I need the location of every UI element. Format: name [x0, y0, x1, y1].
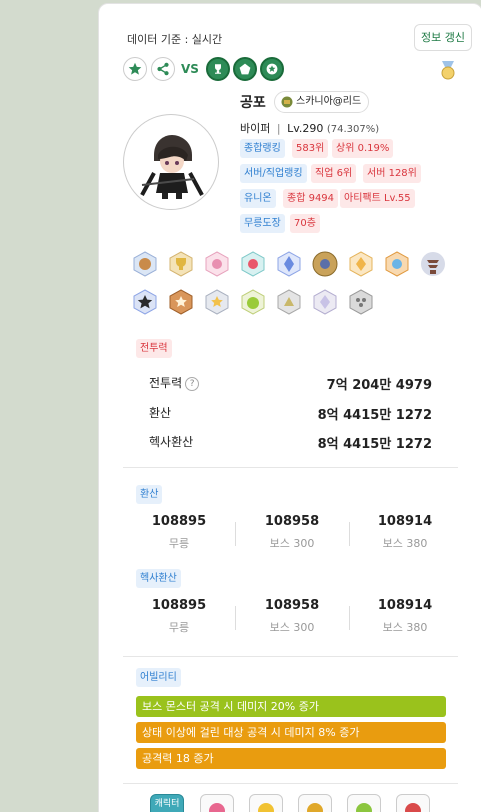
gold-diamond-badge-icon[interactable] — [347, 250, 375, 278]
artifact-level: 아티팩트 Lv.55 — [340, 189, 415, 208]
help-icon[interactable]: ? — [185, 376, 200, 391]
ability-section-label: 어빌리티 — [136, 668, 181, 687]
orange-emblem-badge-icon[interactable] — [383, 250, 411, 278]
blue-crystal-badge-icon[interactable] — [275, 250, 303, 278]
job-rank: 직업 6위 — [311, 164, 357, 183]
ability-line-2: 상태 이상에 걸린 대상 공격 시 데미지 8% 증가 — [136, 722, 446, 743]
pagoda-badge-icon[interactable] — [419, 250, 447, 278]
divider — [123, 656, 458, 657]
divider — [349, 606, 350, 630]
character-name: 공포 — [240, 95, 266, 111]
hexa-boss300-col: 108958 보스 300 — [264, 598, 320, 634]
trophy-icon — [215, 64, 221, 74]
pink-crest-badge-icon[interactable] — [203, 250, 231, 278]
divider — [123, 783, 458, 784]
gold-trophy-badge-icon[interactable] — [167, 250, 195, 278]
character-level: Lv.290 — [287, 122, 324, 135]
data-basis-text: 데이터 기준 : 실시간 — [127, 33, 223, 46]
combat-power-value: 7억 204만 4979 — [326, 378, 432, 393]
compare-pentagon-button[interactable] — [233, 57, 257, 81]
hwansan-boss300-col: 108958 보스 300 — [264, 514, 320, 550]
hexa-dojo-col: 108895 무릉 — [151, 598, 207, 634]
server-rank: 서버 128위 — [363, 164, 421, 183]
bronze-gear-badge-icon[interactable] — [311, 250, 339, 278]
compare-star-button[interactable] — [260, 57, 284, 81]
vs-label: VS — [181, 62, 199, 76]
ability-line-1: 보스 몬스터 공격 시 데미지 20% 증가 — [136, 696, 446, 717]
hwansan-value: 8억 4415만 1272 — [317, 408, 432, 423]
divider — [235, 522, 236, 546]
job-name: 바이퍼 — [240, 122, 271, 135]
divider: | — [276, 122, 281, 135]
refresh-button[interactable]: 정보 갱신 — [414, 24, 472, 51]
equip-slot-red-icon[interactable] — [396, 794, 430, 812]
hexa-boss380-col: 108914 보스 380 — [377, 598, 433, 634]
character-slot-label: 캐릭터 — [154, 799, 180, 809]
guild-emblem-icon — [281, 96, 293, 108]
equip-slot-green-icon[interactable] — [347, 794, 381, 812]
star-icon — [128, 62, 142, 75]
gray-crest-badge-icon[interactable] — [275, 288, 303, 316]
hwansan-boss380-col: 108914 보스 380 — [377, 514, 433, 550]
medal-badge-icon[interactable] — [131, 250, 159, 278]
guild-chip[interactable]: 스카니아@리드 — [274, 91, 370, 113]
green-slime-badge-icon[interactable] — [239, 288, 267, 316]
ability-line-3: 공격력 18 증가 — [136, 748, 446, 769]
overall-ranking-value: 583위 — [292, 139, 329, 158]
divider — [123, 467, 458, 468]
star-icon — [266, 63, 278, 75]
hexa-hwansan-label: 헥사환산 — [149, 435, 194, 449]
equip-slot-gold-icon[interactable] — [298, 794, 332, 812]
pentagon-icon — [239, 63, 251, 75]
hwansan-dojo-col: 108895 무릉 — [151, 514, 207, 550]
character-slot[interactable]: 캐릭터 — [150, 794, 184, 812]
stone-badge-icon[interactable] — [347, 288, 375, 316]
hexa-section-label: 헥사환산 — [136, 569, 181, 588]
dojo-label[interactable]: 무릉도장 — [240, 214, 285, 233]
overall-ranking-top: 상위 0.19% — [332, 139, 394, 158]
divider — [235, 606, 236, 630]
combat-section-label: 전투력 — [136, 339, 172, 358]
combat-power-label: 전투력? — [149, 374, 200, 391]
divider — [349, 522, 350, 546]
silver-star-badge-icon[interactable] — [203, 288, 231, 316]
union-label[interactable]: 유니온 — [240, 189, 276, 208]
job-level-line: 바이퍼 | Lv.290 (74.307%) — [240, 120, 379, 136]
hexa-hwansan-value: 8억 4415만 1272 — [317, 437, 432, 452]
equip-slot-yellow-icon[interactable] — [249, 794, 283, 812]
black-star-badge-icon[interactable] — [131, 288, 159, 316]
overall-ranking-label[interactable]: 종합랭킹 — [240, 139, 285, 158]
guild-name: 스카니아@리드 — [296, 96, 362, 107]
hwansan-label: 환산 — [149, 406, 172, 420]
character-avatar — [123, 114, 219, 210]
bronze-star-badge-icon[interactable] — [167, 288, 195, 316]
exp-percent: (74.307%) — [326, 124, 380, 135]
share-button[interactable] — [151, 57, 175, 81]
compare-trophy-button[interactable] — [206, 57, 230, 81]
equip-slot-pink-icon[interactable] — [200, 794, 234, 812]
character-card: 데이터 기준 : 실시간 정보 갱신 VS 공포 스카니아@리드 바이퍼 | L… — [98, 3, 481, 812]
share-icon — [157, 62, 169, 76]
silver-diamond-badge-icon[interactable] — [311, 288, 339, 316]
dojo-floor: 70층 — [290, 214, 320, 233]
server-job-ranking-label[interactable]: 서버/직업랭킹 — [240, 164, 307, 183]
union-total: 종합 9494 — [283, 189, 339, 208]
teal-crest-badge-icon[interactable] — [239, 250, 267, 278]
favorite-star-button[interactable] — [123, 57, 147, 81]
hwansan-section-label: 환산 — [136, 485, 163, 504]
medal-icon[interactable] — [438, 59, 458, 81]
